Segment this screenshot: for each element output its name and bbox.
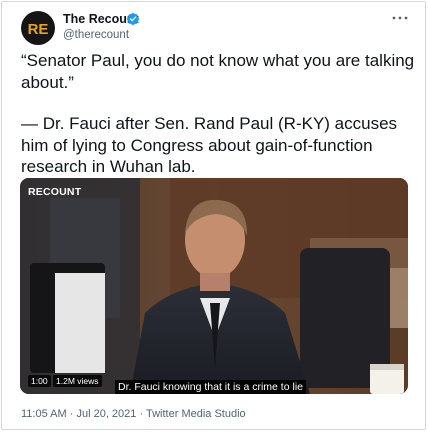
tweet-time[interactable]: 11:05 AM bbox=[21, 408, 67, 420]
separator: · bbox=[139, 408, 144, 420]
tweet-quote: “Senator Paul, you do not know what you … bbox=[21, 51, 415, 92]
tweet-text: “Senator Paul, you do not know what you … bbox=[21, 50, 417, 178]
tweet-context: — Dr. Fauci after Sen. Rand Paul (R-KY) … bbox=[21, 114, 398, 176]
channel-logo: RECOUNT bbox=[28, 186, 82, 198]
avatar-text: RE bbox=[28, 21, 49, 37]
author-handle[interactable]: @therecount bbox=[63, 29, 129, 41]
tweet-metadata: 11:05 AM · Jul 20, 2021 · Twitter Media … bbox=[21, 408, 246, 420]
verified-badge-icon bbox=[127, 13, 139, 25]
video-views-badge: 1.2M views bbox=[53, 375, 102, 387]
video-player[interactable]: RECOUNT 1:00 1.2M views Dr. Fauci knowin… bbox=[20, 178, 408, 394]
avatar[interactable]: RE bbox=[21, 11, 55, 45]
separator: · bbox=[69, 408, 74, 420]
tweet-card: RE The Recount @therecount “Senator Paul… bbox=[1, 1, 426, 430]
video-frame bbox=[20, 178, 408, 394]
tweet-source[interactable]: Twitter Media Studio bbox=[146, 408, 246, 420]
video-subtitle: Dr. Fauci knowing that it is a crime to … bbox=[115, 380, 306, 394]
recount-logo-icon: RE bbox=[28, 21, 49, 37]
tweet-date[interactable]: Jul 20, 2021 bbox=[76, 408, 136, 420]
more-options-icon[interactable] bbox=[391, 14, 409, 22]
video-duration-badge: 1:00 bbox=[28, 375, 51, 387]
